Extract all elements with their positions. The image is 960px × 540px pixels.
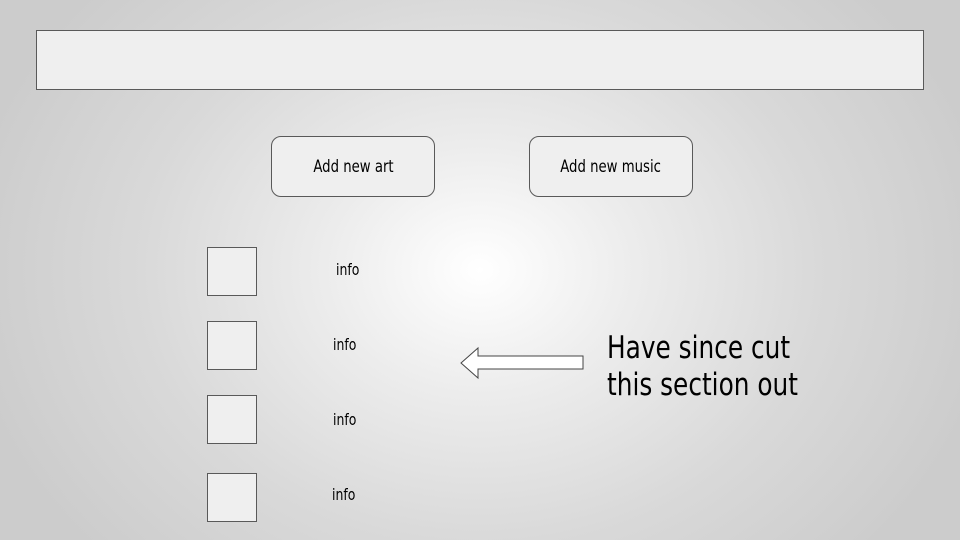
list-item-thumbnail[interactable] bbox=[207, 473, 257, 522]
left-arrow-icon bbox=[460, 346, 584, 380]
add-new-art-button[interactable]: Add new art bbox=[271, 136, 435, 197]
list-item-thumbnail[interactable] bbox=[207, 321, 257, 370]
add-new-music-button[interactable]: Add new music bbox=[529, 136, 693, 197]
add-new-art-label: Add new art bbox=[312, 156, 394, 177]
list-item-info: info bbox=[333, 410, 357, 429]
list-item-thumbnail[interactable] bbox=[207, 395, 257, 444]
list-item-info: info bbox=[336, 260, 360, 279]
list-item-info: info bbox=[332, 485, 356, 504]
header-bar bbox=[36, 30, 924, 90]
annotation-line-1: Have since cut bbox=[607, 330, 791, 366]
list-item-thumbnail[interactable] bbox=[207, 247, 257, 296]
list-item-info: info bbox=[333, 335, 357, 354]
add-new-music-label: Add new music bbox=[560, 156, 662, 177]
annotation-note: Have since cut this section out bbox=[607, 330, 846, 404]
annotation-line-2: this section out bbox=[607, 367, 798, 403]
